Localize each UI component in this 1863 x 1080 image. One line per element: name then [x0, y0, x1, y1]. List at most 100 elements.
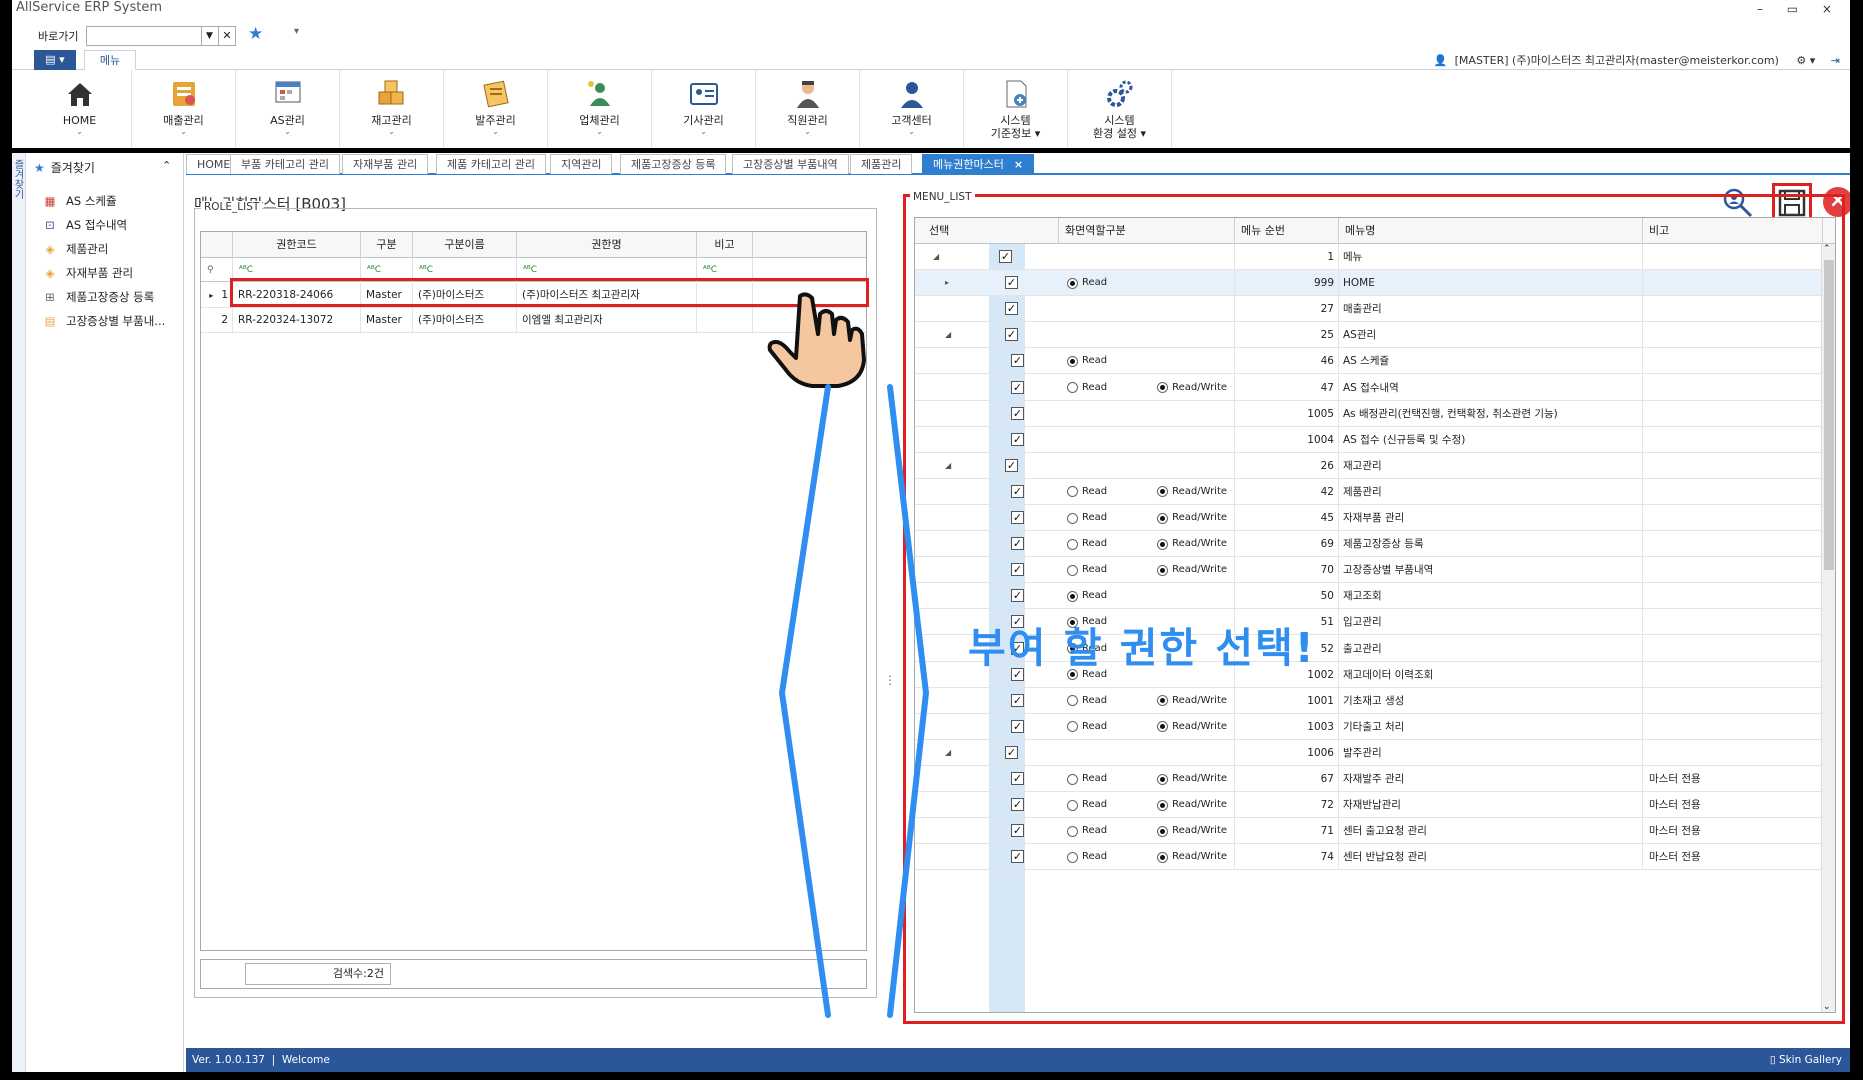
sidebar-item-symptom-parts[interactable]: ▤ 고장증상별 부품내... — [42, 309, 166, 333]
expand-toggle-icon[interactable]: ▸ — [945, 270, 949, 296]
select-checkbox[interactable]: ✓ — [1005, 745, 1018, 759]
read-write-radio[interactable] — [1157, 486, 1169, 498]
read-write-radio[interactable] — [1157, 799, 1169, 811]
select-checkbox[interactable]: ✓ — [1011, 406, 1024, 420]
read-write-radio[interactable] — [1157, 773, 1169, 785]
scroll-thumb[interactable] — [1824, 260, 1834, 570]
select-checkbox[interactable]: ✓ — [1005, 276, 1018, 290]
menu-row[interactable]: ◢ ✓ 1 메뉴 — [915, 244, 1835, 270]
menu-row[interactable]: ✓ Read 50 재고조회 — [915, 583, 1835, 610]
skin-gallery-button[interactable]: ▯ Skin Gallery — [1770, 1054, 1842, 1066]
menu-row[interactable]: ✓ Read Read/Write 67 자재발주 관리 마스터 전용 — [915, 766, 1835, 792]
read-radio[interactable] — [1067, 799, 1078, 811]
column-header[interactable]: 선택 — [915, 218, 1059, 244]
menu-row[interactable]: ✓ Read Read/Write 69 제품고장증상 등록 — [915, 531, 1835, 558]
expand-toggle-icon[interactable]: ◢ — [945, 740, 951, 766]
select-checkbox[interactable]: ✓ — [1011, 511, 1024, 524]
ribbon-as[interactable]: AS관리 ⌄ — [236, 70, 340, 148]
read-radio[interactable] — [1067, 382, 1078, 393]
sidebar-item-parts[interactable]: ◈ 자재부품 관리 — [42, 261, 165, 285]
chevron-down-icon[interactable]: ▼ — [201, 27, 217, 45]
menu-row[interactable]: ✓ 1005 As 배정관리(컨택진행, 컨택확정, 취소관련 기능) — [915, 400, 1835, 427]
customize-icon[interactable]: ▾ — [294, 26, 299, 37]
menu-row[interactable]: ✓ Read Read/Write 1001 기초재고 생성 — [915, 687, 1835, 714]
ribbon-system-base[interactable]: 시스템 기준정보 ▾ — [964, 70, 1068, 148]
select-checkbox[interactable]: ✓ — [1005, 302, 1018, 316]
read-radio[interactable] — [1067, 486, 1078, 498]
tab-symptom-register[interactable]: 제품고장증상 등록 — [620, 154, 727, 174]
select-checkbox[interactable]: ✓ — [1011, 563, 1024, 577]
vertical-scrollbar[interactable]: ⌃ ⌄ — [1821, 244, 1835, 1012]
select-checkbox[interactable]: ✓ — [1005, 458, 1018, 472]
close-icon[interactable]: × — [1014, 158, 1023, 171]
scroll-up-icon[interactable]: ⌃ — [1823, 244, 1831, 254]
menu-row[interactable]: ✓ Read 46 AS 스케쥴 — [915, 348, 1835, 375]
select-checkbox[interactable]: ✓ — [1011, 432, 1024, 446]
read-radio[interactable] — [1067, 355, 1078, 367]
column-header[interactable]: 메뉴 순번 — [1235, 218, 1339, 244]
read-radio[interactable] — [1067, 512, 1078, 524]
sidebar-item-symptom-register[interactable]: ⊞ 제품고장증상 등록 — [42, 285, 165, 309]
select-checkbox[interactable]: ✓ — [1011, 484, 1024, 498]
select-checkbox[interactable]: ✓ — [1005, 328, 1018, 342]
tab-product-category[interactable]: 제품 카테고리 관리 — [436, 154, 546, 174]
user-info[interactable]: 👤 [MASTER] (주)마이스터즈 최고관리자(master@meister… — [1433, 52, 1840, 68]
menu-row[interactable]: ◢ ✓ 1006 발주관리 — [915, 739, 1835, 766]
ribbon-home[interactable]: HOME ⌄ — [28, 70, 132, 148]
read-write-radio[interactable] — [1157, 695, 1169, 707]
read-radio[interactable] — [1067, 825, 1078, 837]
column-header[interactable]: 비고 — [1643, 218, 1823, 244]
select-checkbox[interactable]: ✓ — [1011, 824, 1024, 838]
menu-row[interactable]: ✓ Read Read/Write 42 제품관리 — [915, 478, 1835, 505]
read-radio[interactable] — [1067, 851, 1078, 863]
read-radio[interactable] — [1067, 773, 1078, 785]
chevron-up-icon[interactable]: ⌃ — [162, 159, 171, 172]
ribbon-company[interactable]: 업체관리 ⌄ — [548, 70, 652, 148]
sidebar-item-product[interactable]: ◈ 제품관리 — [42, 237, 165, 261]
menu-row[interactable]: ✓ Read Read/Write 71 센터 출고요청 관리 마스터 전용 — [915, 818, 1835, 845]
quick-access-combo[interactable]: ▼ ✕ — [86, 26, 236, 46]
window-controls[interactable]: – ▭ × — [1757, 2, 1842, 16]
read-radio[interactable] — [1067, 564, 1078, 576]
column-header[interactable]: 구분이름 — [413, 232, 517, 258]
read-write-radio[interactable] — [1157, 538, 1169, 550]
ribbon-system-settings[interactable]: 시스템 환경 설정 ▾ — [1068, 70, 1172, 148]
select-checkbox[interactable]: ✓ — [1011, 354, 1024, 368]
select-checkbox[interactable]: ✓ — [1011, 380, 1024, 394]
select-checkbox[interactable]: ✓ — [1011, 772, 1024, 785]
select-checkbox[interactable]: ✓ — [1011, 589, 1024, 603]
menu-row[interactable]: ◢ ✓ 26 재고관리 — [915, 452, 1835, 479]
app-menu-button[interactable]: ▤ ▾ — [34, 50, 76, 70]
menu-row[interactable]: ✓ Read Read/Write 47 AS 접수내역 — [915, 374, 1835, 401]
select-checkbox[interactable]: ✓ — [1011, 719, 1024, 733]
read-write-radio[interactable] — [1157, 382, 1169, 393]
column-header[interactable]: 구분 — [361, 232, 413, 258]
read-radio[interactable] — [1067, 538, 1078, 550]
sidebar-vertical-tab[interactable]: 즐겨찾기 — [12, 153, 26, 1072]
read-radio[interactable] — [1067, 695, 1078, 707]
ribbon-technician[interactable]: 기사관리 ⌄ — [652, 70, 756, 148]
read-radio[interactable] — [1067, 590, 1078, 602]
select-checkbox[interactable]: ✓ — [1011, 693, 1024, 707]
read-radio[interactable] — [1067, 721, 1078, 733]
expand-toggle-icon[interactable]: ◢ — [945, 453, 951, 479]
star-icon[interactable]: ★ — [248, 24, 263, 44]
sidebar-item-as-receipt[interactable]: ⊡ AS 접수내역 — [42, 213, 165, 237]
tab-menu-permission[interactable]: 메뉴권한마스터 × — [922, 154, 1035, 174]
read-radio[interactable] — [1067, 277, 1078, 289]
clear-icon[interactable]: ✕ — [218, 27, 235, 45]
column-header[interactable]: 화면역할구분 — [1059, 218, 1235, 244]
ribbon-employee[interactable]: 직원관리 ⌄ — [756, 70, 860, 148]
menu-row[interactable]: ✓ Read Read/Write 1003 기타출고 처리 — [915, 713, 1835, 740]
tab-region[interactable]: 지역관리 — [550, 154, 613, 174]
select-checkbox[interactable]: ✓ — [1011, 850, 1024, 864]
sidebar-item-as-schedule[interactable]: ▦ AS 스케쥴 — [42, 189, 165, 213]
menu-row[interactable]: ▸ ✓ Read 999 HOME — [915, 270, 1835, 297]
read-write-radio[interactable] — [1157, 825, 1169, 837]
menu-row[interactable]: ✓ Read Read/Write 72 자재반납관리 마스터 전용 — [915, 792, 1835, 819]
read-write-radio[interactable] — [1157, 564, 1169, 576]
menu-row[interactable]: ✓ Read Read/Write 70 고장증상별 부품내역 — [915, 557, 1835, 584]
menu-row[interactable]: ✓ 1004 AS 접수 (신규등록 및 수정) — [915, 426, 1835, 453]
tab-menu[interactable]: 메뉴 — [84, 50, 136, 71]
menu-row[interactable]: ✓ 27 매출관리 — [915, 296, 1835, 323]
